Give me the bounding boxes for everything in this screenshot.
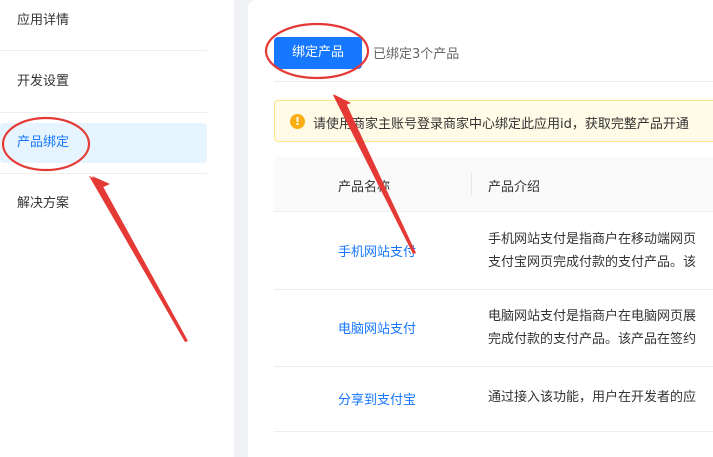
product-link[interactable]: 手机网站支付 xyxy=(338,241,416,260)
column-header-product-intro: 产品介绍 xyxy=(488,180,541,195)
sidebar-item-label: 开发设置 xyxy=(17,74,70,89)
table-row: 手机网站支付 手机网站支付是指商户在移动端网页 支付宝网页完成付款的支付产品。该 xyxy=(274,213,713,290)
table-row: 电脑网站支付 电脑网站支付是指商户在电脑网页展 完成付款的支付产品。该产品在签约 xyxy=(274,290,713,367)
table-header: 产品名称 产品介绍 xyxy=(274,157,713,212)
column-header-product-name: 产品名称 xyxy=(338,180,391,195)
sidebar-item-app-details[interactable]: 应用详情 xyxy=(0,1,207,41)
divider xyxy=(0,112,207,113)
warning-icon: ! xyxy=(290,114,305,129)
product-description-line: 支付宝网页完成付款的支付产品。该 xyxy=(488,255,697,270)
product-table: 产品名称 产品介绍 手机网站支付 手机网站支付是指商户在移动端网页 支付宝网页完… xyxy=(274,157,713,437)
bind-product-button[interactable]: 绑定产品 xyxy=(274,37,362,69)
sidebar-item-label: 产品绑定 xyxy=(17,135,70,150)
product-link[interactable]: 电脑网站支付 xyxy=(338,318,416,337)
column-separator xyxy=(471,173,472,195)
notice-banner: ! 请使用商家主账号登录商家中心绑定此应用id，获取完整产品开通 xyxy=(274,100,713,142)
product-description-line: 电脑网站支付是指商户在电脑网页展 xyxy=(488,309,697,324)
sidebar-item-label: 应用详情 xyxy=(17,13,70,28)
main-panel: 绑定产品 已绑定3个产品 ! 请使用商家主账号登录商家中心绑定此应用id，获取完… xyxy=(248,0,713,457)
product-description-line: 通过接入该功能，用户在开发者的应 xyxy=(488,390,697,405)
sidebar-item-product-binding[interactable]: 产品绑定 xyxy=(0,123,207,163)
product-description-line: 手机网站支付是指商户在移动端网页 xyxy=(488,232,697,247)
divider xyxy=(0,173,207,174)
product-description-line: 完成付款的支付产品。该产品在签约 xyxy=(488,332,697,347)
sidebar-item-label: 解决方案 xyxy=(17,196,70,211)
product-link[interactable]: 分享到支付宝 xyxy=(338,389,416,408)
sidebar: 应用详情 开发设置 产品绑定 解决方案 xyxy=(0,0,234,457)
table-row: 分享到支付宝 通过接入该功能，用户在开发者的应 xyxy=(274,367,713,432)
notice-text: 请使用商家主账号登录商家中心绑定此应用id，获取完整产品开通 xyxy=(313,117,689,132)
bound-count-text: 已绑定3个产品 xyxy=(373,47,460,62)
divider xyxy=(0,50,207,51)
sidebar-item-dev-settings[interactable]: 开发设置 xyxy=(0,62,207,102)
sidebar-item-solutions[interactable]: 解决方案 xyxy=(0,184,207,224)
divider xyxy=(274,81,713,82)
